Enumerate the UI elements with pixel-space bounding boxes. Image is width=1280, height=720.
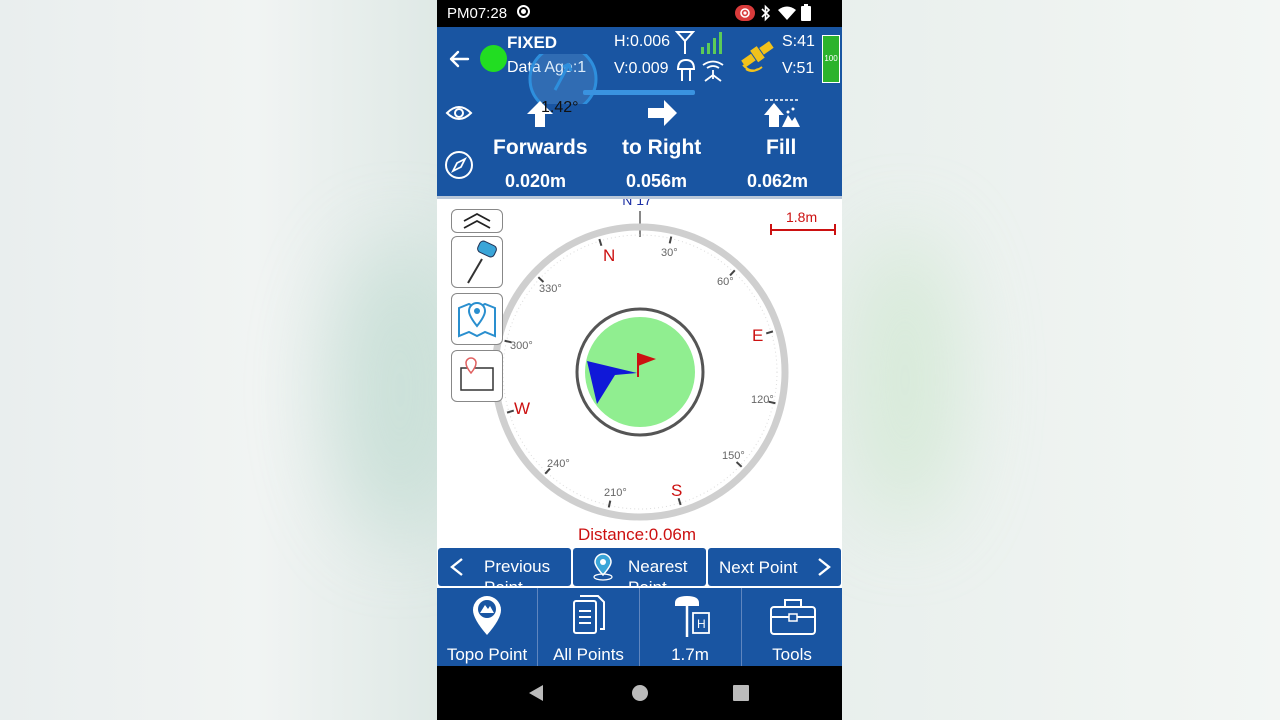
bluetooth-icon <box>761 4 771 22</box>
all-points-label: All Points <box>553 645 624 664</box>
compass-icon[interactable] <box>443 149 475 181</box>
map-view-button[interactable] <box>451 293 503 345</box>
toolbox-icon <box>770 599 816 635</box>
back-arrow-icon[interactable] <box>447 47 471 71</box>
fix-status-dot <box>480 45 507 72</box>
direction-fill-value: 0.062m <box>747 171 809 191</box>
wifi-icon <box>778 6 796 20</box>
tools-label: Tools <box>772 645 812 664</box>
degree-30: 30° <box>661 247 678 259</box>
battery-icon <box>801 4 811 21</box>
satellites-s-label: S:41 <box>782 33 815 50</box>
direction-fill-label: Fill <box>766 136 797 159</box>
h-precision-label: H:0.006 <box>614 33 671 50</box>
system-recents-icon[interactable] <box>732 684 750 702</box>
system-back-icon[interactable] <box>527 684 545 702</box>
antenna-icon <box>675 31 695 54</box>
signal-bars-icon <box>701 32 722 54</box>
eye-icon[interactable] <box>445 102 473 124</box>
nearest-point-label: Nearest Point <box>628 557 688 586</box>
degree-120: 120° <box>751 394 774 406</box>
degree-300: 300° <box>510 340 533 352</box>
degree-240: 240° <box>547 458 570 470</box>
compass-tick <box>598 238 603 247</box>
double-chevron-up-icon <box>463 212 491 229</box>
direction-forwards-label: Forwards <box>493 136 588 159</box>
status-time: PM07:28 <box>447 5 508 22</box>
direction-forwards-value: 0.020m <box>505 171 567 191</box>
cardinal-w: W <box>514 399 530 418</box>
svg-text:H: H <box>697 617 706 631</box>
nearest-pin-icon <box>593 553 613 581</box>
system-home-icon[interactable] <box>631 684 649 702</box>
arrow-right-icon <box>648 100 677 126</box>
previous-point-label: Previous Point <box>484 557 551 586</box>
compass-tick <box>537 276 545 283</box>
record-badge-icon <box>735 5 755 21</box>
scale-bar <box>770 224 836 235</box>
document-list-icon <box>573 595 605 634</box>
phone-screen: PM07:28 FIXED Data Age:1 H:0.006 V:0.009 <box>437 0 842 720</box>
topo-point-label: Topo Point <box>446 645 528 664</box>
north-marker-label: N 17 <box>622 199 652 208</box>
status-bar: PM07:28 <box>437 0 842 27</box>
fill-icon <box>764 99 800 127</box>
rover-pole-button[interactable] <box>451 236 503 288</box>
degree-150: 150° <box>722 450 745 462</box>
background-blur <box>850 230 960 530</box>
compass-tick <box>668 236 673 244</box>
cardinal-n: N <box>603 246 615 265</box>
system-navigation-bar <box>437 666 842 720</box>
compass-tick <box>765 330 774 335</box>
direction-right-label: to Right <box>622 136 702 159</box>
topo-point-button[interactable]: Topo Point <box>437 588 537 666</box>
location-frame-icon <box>460 357 494 391</box>
degree-210: 210° <box>604 487 627 499</box>
fix-status-label: FIXED <box>507 33 558 52</box>
chevron-right-icon <box>818 558 831 576</box>
distance-label: Distance:0.06m <box>578 525 696 544</box>
compass-tick <box>607 500 612 508</box>
antenna-height-button[interactable]: H 1.7m <box>640 588 740 666</box>
degree-60: 60° <box>717 276 734 288</box>
chevron-left-icon <box>450 558 463 576</box>
map-pin-icon <box>458 302 496 338</box>
compass-tick <box>729 269 736 277</box>
antenna-height-label: 1.7m <box>671 645 709 664</box>
bearing-angle-label: 1.42° <box>541 99 579 116</box>
v-precision-label: V:0.009 <box>614 60 669 77</box>
device-battery-icon: 100 <box>822 35 840 83</box>
base-map-button[interactable] <box>451 350 503 402</box>
previous-point-button[interactable]: Previous Point <box>438 548 571 586</box>
rover-pole-icon <box>467 240 497 284</box>
compass-tick <box>506 409 515 414</box>
scale-label: 1.8m <box>786 209 817 225</box>
survey-header: FIXED Data Age:1 H:0.006 V:0.009 S:41 <box>437 27 842 197</box>
screen-record-icon <box>517 5 530 18</box>
satellites-v-label: V:51 <box>782 60 815 77</box>
cardinal-s: S <box>671 481 682 500</box>
device-battery-label: 100 <box>824 54 838 63</box>
nearest-point-button[interactable]: Nearest Point <box>573 548 706 586</box>
radio-icon <box>702 60 724 82</box>
all-points-button[interactable]: All Points <box>538 588 639 666</box>
cardinal-e: E <box>752 326 763 345</box>
direction-right-value: 0.056m <box>626 171 688 191</box>
degree-330: 330° <box>539 283 562 295</box>
topo-pin-icon <box>473 596 501 635</box>
base-station-icon <box>676 58 696 81</box>
next-point-label: Next Point <box>719 558 798 577</box>
tools-button[interactable]: Tools <box>742 588 842 666</box>
antenna-height-icon: H <box>675 596 710 637</box>
satellite-icon <box>741 41 774 72</box>
navigation-overlay-icon[interactable] <box>525 54 700 104</box>
next-point-button[interactable]: Next Point <box>708 548 841 586</box>
collapse-button[interactable] <box>451 209 503 233</box>
bottom-toolbar: Topo Point All Points H 1.7m Tools <box>437 588 842 666</box>
